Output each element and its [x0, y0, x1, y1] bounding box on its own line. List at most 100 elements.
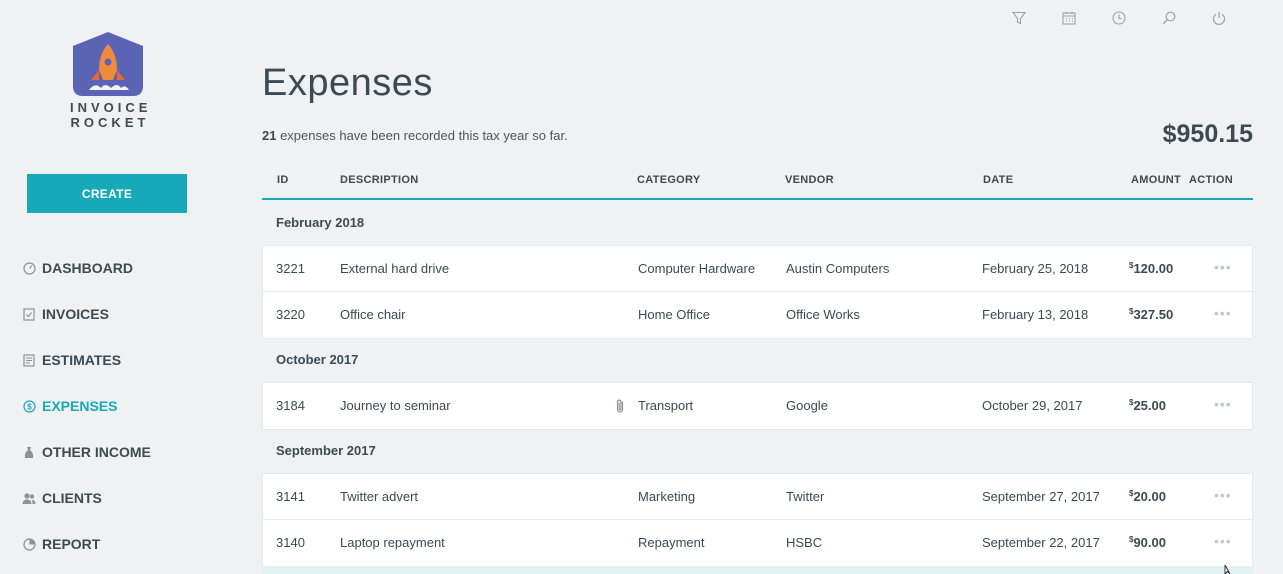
- cell-date: September 22, 2017: [982, 535, 1100, 550]
- brand-logo[interactable]: INVOICE ROCKET: [66, 30, 150, 130]
- group-header: October 2017: [276, 352, 359, 367]
- sidebar-item-other-income[interactable]: OTHER INCOME: [22, 429, 151, 475]
- table-row[interactable]: 3221 External hard drive Computer Hardwa…: [263, 246, 1252, 292]
- expense-total: $950.15: [1162, 120, 1253, 148]
- cell-description: Laptop repayment: [340, 535, 445, 550]
- power-icon[interactable]: [1211, 10, 1227, 26]
- cell-id: 3220: [276, 307, 305, 322]
- cell-date: October 29, 2017: [982, 398, 1083, 413]
- group-rows: 3184 Journey to seminar Transport Google…: [262, 382, 1253, 430]
- expense-count: 21: [262, 128, 277, 143]
- cell-category: Transport: [638, 398, 694, 413]
- sidebar-item-report[interactable]: REPORT: [22, 521, 151, 567]
- cell-vendor: HSBC: [786, 535, 823, 550]
- table-header: ID DESCRIPTION CATEGORY VENDOR DATE AMOU…: [262, 165, 1253, 200]
- amount-value: 120.00: [1133, 261, 1174, 276]
- create-button[interactable]: CREATE: [27, 174, 187, 213]
- clock-icon[interactable]: [1111, 10, 1127, 26]
- cell-amount: $90.00: [1129, 535, 1166, 550]
- table-row-highlighted[interactable]: [262, 566, 1253, 574]
- sidebar-item-label: OTHER INCOME: [42, 444, 151, 460]
- cell-date: September 27, 2017: [982, 489, 1100, 504]
- sidebar-item-label: CLIENTS: [42, 490, 102, 506]
- column-header-vendor[interactable]: VENDOR: [785, 174, 834, 186]
- cell-amount: $120.00: [1129, 261, 1173, 276]
- cell-id: 3141: [276, 489, 305, 504]
- column-header-date[interactable]: DATE: [983, 174, 1013, 186]
- cell-description: Twitter advert: [340, 489, 419, 504]
- column-header-action: ACTION: [1189, 174, 1233, 186]
- sidebar-nav: DASHBOARD INVOICES ESTIMATES $ EXPENSES …: [22, 245, 151, 567]
- people-icon: [22, 491, 36, 505]
- sidebar-item-dashboard[interactable]: DASHBOARD: [22, 245, 151, 291]
- page-title: Expenses: [262, 62, 433, 104]
- group-rows: 3141 Twitter advert Marketing Twitter Se…: [262, 473, 1253, 567]
- column-header-amount[interactable]: AMOUNT: [1131, 174, 1181, 186]
- table-row[interactable]: 3141 Twitter advert Marketing Twitter Se…: [263, 474, 1252, 520]
- cell-date: February 25, 2018: [982, 261, 1089, 276]
- amount-value: 90.00: [1133, 535, 1166, 550]
- cell-amount: $25.00: [1129, 398, 1166, 413]
- expense-summary: 21 expenses have been recorded this tax …: [262, 128, 568, 143]
- dashboard-icon: [22, 261, 36, 275]
- cell-vendor: Twitter: [786, 489, 825, 504]
- amount-value: 327.50: [1133, 307, 1174, 322]
- group-header: February 2018: [276, 215, 365, 230]
- cell-description: Journey to seminar: [340, 398, 451, 413]
- row-action-menu[interactable]: •••: [1214, 533, 1232, 549]
- row-action-menu[interactable]: •••: [1214, 305, 1232, 321]
- summary-text: expenses have been recorded this tax yea…: [276, 128, 568, 143]
- sidebar: INVOICE ROCKET CREATE DASHBOARD INVOICES…: [0, 0, 215, 574]
- cell-category: Computer Hardware: [638, 261, 756, 276]
- cell-date: February 13, 2018: [982, 307, 1089, 322]
- filter-icon[interactable]: [1011, 10, 1027, 26]
- calendar-icon[interactable]: [1061, 10, 1077, 26]
- row-action-menu[interactable]: •••: [1214, 487, 1232, 503]
- cell-id: 3184: [276, 398, 305, 413]
- sidebar-item-label: DASHBOARD: [42, 260, 133, 276]
- cell-category: Repayment: [638, 535, 705, 550]
- pie-chart-icon: [22, 537, 36, 551]
- table-row[interactable]: 3140 Laptop repayment Repayment HSBC Sep…: [263, 520, 1252, 566]
- top-toolbar: [1011, 10, 1227, 26]
- table-row[interactable]: 3184 Journey to seminar Transport Google…: [263, 383, 1252, 429]
- sidebar-item-clients[interactable]: CLIENTS: [22, 475, 151, 521]
- sidebar-item-expenses[interactable]: $ EXPENSES: [22, 383, 151, 429]
- brand-name: INVOICE ROCKET: [70, 100, 152, 130]
- invoice-icon: [22, 307, 36, 321]
- cell-vendor: Office Works: [786, 307, 860, 322]
- cell-description: External hard drive: [340, 261, 450, 276]
- money-bag-icon: [22, 445, 36, 459]
- column-header-id[interactable]: ID: [277, 174, 289, 186]
- row-action-menu[interactable]: •••: [1214, 396, 1232, 412]
- sidebar-item-estimates[interactable]: ESTIMATES: [22, 337, 151, 383]
- sidebar-item-label: ESTIMATES: [42, 352, 122, 368]
- table-row[interactable]: 3220 Office chair Home Office Office Wor…: [263, 292, 1252, 338]
- dollar-circle-icon: $: [22, 399, 36, 413]
- group-rows: 3221 External hard drive Computer Hardwa…: [262, 245, 1253, 339]
- rocket-logo-icon: [73, 32, 143, 96]
- cell-category: Home Office: [638, 307, 711, 322]
- cell-id: 3221: [276, 261, 305, 276]
- sidebar-item-label: REPORT: [42, 536, 101, 552]
- paperclip-icon[interactable]: [615, 398, 625, 417]
- mouse-cursor-icon: [1224, 565, 1231, 574]
- search-icon[interactable]: [1161, 10, 1177, 26]
- column-header-description[interactable]: DESCRIPTION: [340, 174, 418, 186]
- cell-vendor: Google: [786, 398, 828, 413]
- estimate-icon: [22, 353, 36, 367]
- cell-category: Marketing: [638, 489, 696, 504]
- cell-id: 3140: [276, 535, 305, 550]
- cell-vendor: Austin Computers: [786, 261, 890, 276]
- sidebar-item-label: INVOICES: [42, 306, 109, 322]
- amount-value: 20.00: [1133, 489, 1166, 504]
- sidebar-item-label: EXPENSES: [42, 398, 118, 414]
- cell-amount: $20.00: [1129, 489, 1166, 504]
- amount-value: 25.00: [1133, 398, 1166, 413]
- svg-text:$: $: [27, 402, 32, 411]
- column-header-category[interactable]: CATEGORY: [637, 174, 701, 186]
- cell-amount: $327.50: [1129, 307, 1173, 322]
- group-header: September 2017: [276, 443, 376, 458]
- row-action-menu[interactable]: •••: [1214, 259, 1232, 275]
- sidebar-item-invoices[interactable]: INVOICES: [22, 291, 151, 337]
